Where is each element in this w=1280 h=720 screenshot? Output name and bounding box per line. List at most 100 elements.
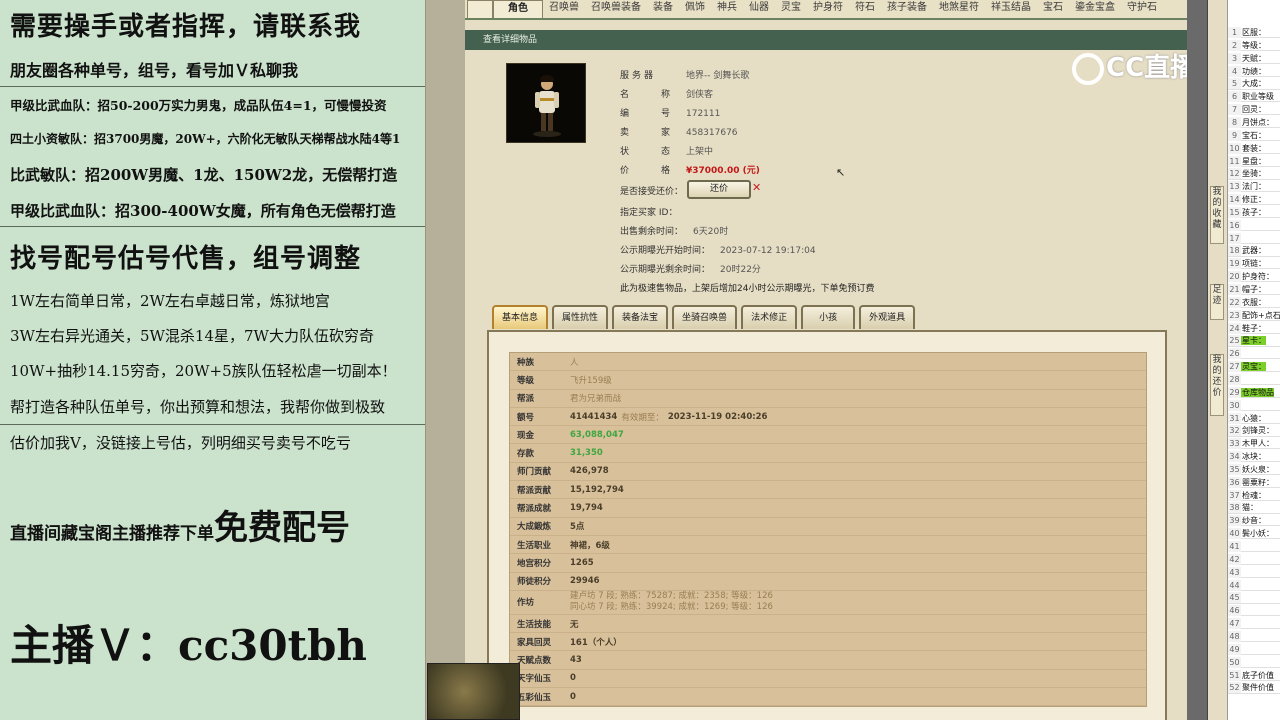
sheet-cell[interactable]: 剑锋灵： (1241, 426, 1274, 435)
sheet-row[interactable]: 28 (1228, 373, 1280, 386)
sheet-row[interactable]: 18 武器： (1228, 245, 1280, 257)
tab-gold-box[interactable]: 鎏金宝盒 (1069, 0, 1121, 18)
sheet-row[interactable]: 22 衣服： (1228, 296, 1280, 309)
sheet-row[interactable]: 37 检魂： (1228, 489, 1280, 501)
sheet-row[interactable]: 40 鬓小妖： (1228, 528, 1280, 540)
sheet-row[interactable]: 33 木甲人： (1228, 438, 1280, 450)
sheet-row[interactable]: 8 月饼点： (1228, 116, 1280, 129)
sheet-cell[interactable]: 猫： (1241, 503, 1258, 512)
sheet-cell[interactable] (1241, 619, 1242, 628)
sheet-row[interactable]: 7 回灵： (1228, 104, 1280, 116)
sheet-cell[interactable]: 孩子： (1241, 208, 1266, 217)
sheet-cell[interactable]: 鬓小妖： (1241, 529, 1274, 538)
sheet-row[interactable]: 3 天赋： (1228, 52, 1280, 64)
sheet-cell[interactable]: 帽子： (1241, 285, 1266, 294)
my-counter-offers-tab[interactable]: 我的还价 (1210, 354, 1224, 416)
subtab-equip[interactable]: 装备法宝 (612, 305, 669, 329)
sheet-cell[interactable] (1241, 221, 1242, 230)
subtab-spell[interactable]: 法术修正 (741, 305, 798, 329)
sheet-row[interactable]: 32 剑锋灵： (1228, 425, 1280, 437)
sheet-cell[interactable]: 衣服： (1241, 298, 1266, 307)
sheet-cell[interactable]: 修正： (1241, 195, 1266, 204)
sheet-cell[interactable]: 配饰+点石 (1241, 311, 1280, 320)
sheet-row[interactable]: 1 区服： (1228, 27, 1280, 39)
sheet-row[interactable]: 14 修正： (1228, 194, 1280, 206)
sheet-cell[interactable]: 聚件价值 (1241, 683, 1274, 692)
sheet-row[interactable]: 26 (1228, 348, 1280, 360)
sheet-cell[interactable]: 纱音： (1241, 516, 1266, 525)
sheet-cell[interactable]: 星卡： (1241, 336, 1266, 346)
sheet-row[interactable]: 34 冰块： (1228, 451, 1280, 463)
tab-crystal[interactable]: 祥玉结晶 (985, 0, 1037, 18)
sheet-cell[interactable]: 武器： (1241, 246, 1266, 255)
sheet-row[interactable]: 41 (1228, 541, 1280, 553)
sheet-row[interactable]: 23 配饰+点石 (1228, 309, 1280, 321)
sheet-row[interactable]: 12 坐骑： (1228, 168, 1280, 180)
tab-amulet[interactable]: 护身符 (807, 0, 849, 18)
sheet-row[interactable]: 39 纱音： (1228, 515, 1280, 527)
sheet-row[interactable]: 24 鞋子： (1228, 322, 1280, 334)
sheet-row[interactable]: 49 (1228, 643, 1280, 655)
sheet-cell[interactable] (1241, 542, 1242, 551)
sheet-cell[interactable]: 套装： (1241, 144, 1266, 153)
sheet-cell[interactable] (1241, 581, 1242, 590)
sheet-row[interactable]: 31 心猿： (1228, 412, 1280, 424)
counter-offer-button[interactable]: 还价 (687, 180, 751, 199)
tab-blank[interactable] (467, 0, 493, 18)
sheet-row[interactable]: 11 星盘： (1228, 155, 1280, 167)
sheet-row[interactable]: 20 护身符： (1228, 271, 1280, 283)
sheet-cell[interactable]: 木甲人： (1241, 439, 1274, 448)
sheet-cell[interactable]: 项链： (1241, 259, 1266, 268)
sheet-cell[interactable]: 心猿： (1241, 414, 1266, 423)
sheet-cell[interactable] (1241, 555, 1242, 564)
tab-guard-stone[interactable]: 守护石 (1121, 0, 1163, 18)
sheet-row[interactable]: 36 罂粟籽： (1228, 476, 1280, 488)
sheet-cell[interactable]: 宝石： (1241, 131, 1266, 140)
subtab-mount[interactable]: 坐骑召唤兽 (672, 305, 738, 329)
sheet-row[interactable]: 6 职业等级 (1228, 91, 1280, 103)
close-icon[interactable]: ✕ (752, 181, 761, 194)
sheet-row[interactable]: 13 法门： (1228, 181, 1280, 193)
sheet-row[interactable]: 47 (1228, 618, 1280, 630)
sheet-row[interactable]: 45 (1228, 592, 1280, 604)
sheet-cell[interactable]: 坐骑： (1241, 169, 1266, 178)
sheet-row[interactable]: 4 功绩： (1228, 65, 1280, 77)
sheet-cell[interactable]: 回灵： (1241, 105, 1266, 114)
sheet-row[interactable]: 42 (1228, 553, 1280, 566)
sheet-cell[interactable] (1241, 632, 1242, 641)
tab-runestone[interactable]: 符石 (849, 0, 881, 18)
sheet-row[interactable]: 38 猫： (1228, 502, 1280, 514)
sheet-row[interactable]: 10 套装： (1228, 142, 1280, 154)
sheet-cell[interactable]: 区服： (1241, 28, 1266, 37)
sheet-row[interactable]: 9 宝石： (1228, 129, 1280, 141)
tab-weapon[interactable]: 神兵 (711, 0, 743, 18)
sheet-row[interactable]: 48 (1228, 630, 1280, 643)
sheet-cell[interactable] (1241, 658, 1242, 667)
sheet-row[interactable]: 44 (1228, 579, 1280, 591)
sheet-cell[interactable]: 底子价值 (1241, 671, 1274, 680)
tab-lingbao[interactable]: 灵宝 (775, 0, 807, 18)
sheet-cell[interactable]: 星盘： (1241, 157, 1266, 166)
sheet-cell[interactable]: 等级： (1241, 41, 1266, 50)
sheet-row[interactable]: 29 仓库物品 (1228, 386, 1280, 398)
sheet-row[interactable]: 27 灵宝： (1228, 361, 1280, 373)
sheet-cell[interactable] (1241, 568, 1242, 577)
sheet-cell[interactable]: 护身符： (1241, 272, 1274, 281)
sheet-cell[interactable] (1241, 401, 1242, 410)
sheet-row[interactable]: 43 (1228, 566, 1280, 578)
sheet-row[interactable]: 46 (1228, 605, 1280, 617)
tab-role[interactable]: 角色 (493, 0, 543, 18)
sheet-row[interactable]: 5 大成： (1228, 78, 1280, 90)
sheet-cell[interactable]: 冰块： (1241, 452, 1266, 461)
tab-summon-equip[interactable]: 召唤兽装备 (585, 0, 647, 18)
subtab-resist[interactable]: 属性抗性 (552, 305, 609, 329)
sheet-cell[interactable]: 鞋子： (1241, 324, 1266, 333)
sheet-row[interactable]: 51 底子价值 (1228, 669, 1280, 681)
sheet-cell[interactable] (1241, 375, 1242, 384)
sheet-row[interactable]: 30 (1228, 399, 1280, 411)
sheet-cell[interactable]: 功绩： (1241, 67, 1266, 76)
sheet-row[interactable]: 52 聚件价值 (1228, 682, 1280, 694)
sheet-row[interactable]: 50 (1228, 656, 1280, 668)
subtab-basic[interactable]: 基本信息 (492, 305, 549, 329)
tab-ornament[interactable]: 佩饰 (679, 0, 711, 18)
